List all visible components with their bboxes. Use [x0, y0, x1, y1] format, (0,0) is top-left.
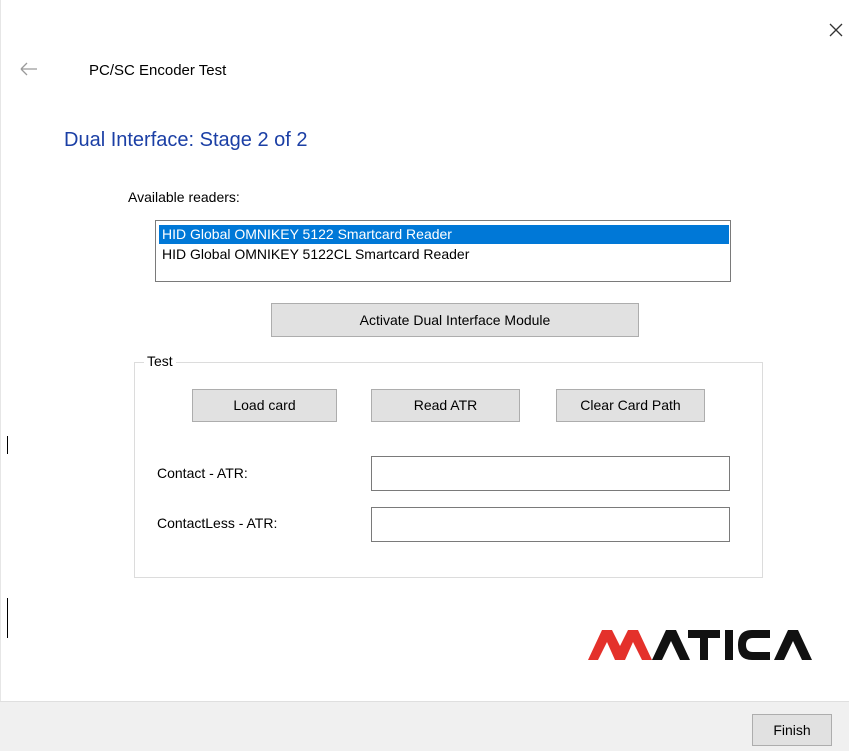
- contactless-atr-label: ContactLess - ATR:: [157, 515, 278, 531]
- stage-title: Dual Interface: Stage 2 of 2: [64, 129, 308, 151]
- clear-card-path-button[interactable]: Clear Card Path: [556, 389, 705, 422]
- logo-a2-shape: [774, 630, 812, 660]
- back-button[interactable]: [18, 59, 42, 79]
- logo-i-shape: [725, 630, 733, 660]
- activate-dual-interface-button[interactable]: Activate Dual Interface Module: [271, 303, 639, 337]
- reader-list-item[interactable]: HID Global OMNIKEY 5122 Smartcard Reader: [159, 225, 729, 244]
- footer-bar: [0, 701, 849, 751]
- readers-listbox[interactable]: HID Global OMNIKEY 5122 Smartcard Reader…: [155, 220, 731, 282]
- close-button[interactable]: [824, 18, 848, 42]
- wizard-title: PC/SC Encoder Test: [89, 62, 227, 79]
- logo-a-shape: [652, 630, 690, 660]
- window-left-border: [0, 0, 1, 751]
- reader-list-item[interactable]: HID Global OMNIKEY 5122CL Smartcard Read…: [159, 245, 472, 264]
- back-arrow-icon: [20, 62, 37, 76]
- window-edge-mark: [7, 598, 8, 638]
- available-readers-label: Available readers:: [128, 189, 240, 205]
- logo-t-shape: [688, 630, 720, 660]
- contactless-atr-field[interactable]: [371, 507, 730, 542]
- matica-logo: [588, 626, 820, 660]
- contact-atr-label: Contact - ATR:: [157, 465, 248, 481]
- close-icon: [829, 23, 843, 37]
- finish-button[interactable]: Finish: [752, 714, 832, 746]
- contact-atr-field[interactable]: [371, 456, 730, 491]
- logo-c-shape: [738, 630, 770, 660]
- load-card-button[interactable]: Load card: [192, 389, 337, 422]
- test-group-title: Test: [144, 353, 176, 369]
- window-edge-mark: [7, 436, 8, 454]
- logo-m-shape: [588, 630, 652, 660]
- read-atr-button[interactable]: Read ATR: [371, 389, 520, 422]
